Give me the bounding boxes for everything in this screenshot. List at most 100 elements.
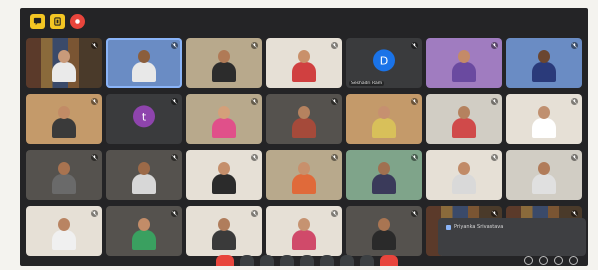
participant-body — [452, 118, 476, 138]
participant-tile[interactable]: t — [106, 94, 182, 144]
record-icon[interactable] — [70, 14, 85, 29]
participant-tile[interactable] — [506, 38, 582, 88]
mic-muted-icon — [571, 98, 578, 105]
reactions-button[interactable] — [300, 255, 314, 266]
participant-body — [452, 174, 476, 194]
participant-head — [58, 50, 70, 63]
participant-head — [138, 162, 150, 175]
participant-video — [132, 218, 156, 250]
mic-muted-icon — [251, 210, 258, 217]
chat-notification[interactable]: Priyanka Srivastava — [438, 218, 586, 256]
participant-video — [132, 162, 156, 194]
participant-body — [372, 118, 396, 138]
participant-video — [452, 162, 476, 194]
participant-video — [292, 50, 316, 82]
participant-tile[interactable]: D Seshadri Ram — [346, 38, 422, 88]
mic-muted-icon — [571, 42, 578, 49]
participant-tile[interactable] — [26, 38, 102, 88]
call-controls — [216, 255, 398, 266]
participant-video — [212, 162, 236, 194]
participant-head — [538, 50, 550, 63]
message-icon — [446, 224, 451, 230]
captions-button[interactable] — [280, 255, 294, 266]
participant-video — [52, 162, 76, 194]
participant-tile[interactable] — [26, 206, 102, 256]
side-controls — [524, 256, 578, 265]
participant-video — [52, 50, 76, 82]
participant-tile[interactable] — [106, 150, 182, 200]
present-button[interactable] — [320, 255, 334, 266]
participant-tile[interactable] — [426, 150, 502, 200]
participant-body — [212, 118, 236, 138]
participant-name: Seshadri Ram — [349, 81, 385, 86]
people-icon[interactable] — [539, 256, 548, 265]
participant-body — [132, 230, 156, 250]
participant-tile[interactable] — [346, 206, 422, 256]
participant-head — [58, 218, 70, 231]
chat-sender-name: Priyanka Srivastava — [454, 224, 504, 230]
chat-icon[interactable] — [30, 14, 45, 29]
participant-tile[interactable] — [266, 94, 342, 144]
mic-muted-icon — [491, 42, 498, 49]
mic-muted-icon — [411, 98, 418, 105]
end-call-button[interactable] — [216, 255, 234, 266]
top-toolbar — [30, 14, 85, 32]
bottom-toolbar — [20, 254, 588, 266]
participant-tile[interactable] — [506, 94, 582, 144]
participant-tile[interactable] — [426, 38, 502, 88]
participant-head — [218, 218, 230, 231]
participant-video — [292, 106, 316, 138]
mic-muted-icon — [171, 154, 178, 161]
mic-button[interactable] — [240, 255, 254, 266]
participant-body — [132, 62, 156, 82]
participant-tile[interactable] — [346, 150, 422, 200]
participant-body — [292, 230, 316, 250]
participant-tile[interactable] — [106, 206, 182, 256]
participant-tile[interactable] — [266, 38, 342, 88]
mic-muted-icon — [251, 98, 258, 105]
participant-body — [52, 118, 76, 138]
camera-button[interactable] — [260, 255, 274, 266]
participant-head — [138, 218, 150, 231]
participant-tile[interactable] — [106, 38, 182, 88]
participant-tile[interactable] — [266, 150, 342, 200]
more-options-button[interactable] — [360, 255, 374, 266]
chat-sender: Priyanka Srivastava — [446, 224, 503, 230]
participant-head — [458, 50, 470, 63]
participant-tile[interactable] — [426, 94, 502, 144]
participant-body — [292, 118, 316, 138]
participant-tile[interactable] — [186, 38, 262, 88]
mic-muted-icon — [571, 210, 578, 217]
participant-head — [298, 50, 310, 63]
raise-hand-button[interactable] — [340, 255, 354, 266]
participant-video — [372, 218, 396, 250]
mic-muted-icon — [171, 42, 178, 49]
participant-tile[interactable] — [346, 94, 422, 144]
info-panel-icon[interactable] — [524, 256, 533, 265]
participant-head — [58, 106, 70, 119]
leave-call-button[interactable] — [380, 255, 398, 266]
participant-tile[interactable] — [506, 150, 582, 200]
mic-muted-icon — [411, 210, 418, 217]
info-icon[interactable] — [50, 14, 65, 29]
mic-muted-icon — [491, 210, 498, 217]
participant-tile[interactable] — [26, 150, 102, 200]
participant-video — [532, 106, 556, 138]
participant-body — [212, 62, 236, 82]
participant-body — [212, 174, 236, 194]
participant-tile[interactable] — [186, 150, 262, 200]
chat-panel-icon[interactable] — [554, 256, 563, 265]
participant-video — [292, 162, 316, 194]
mic-muted-icon — [411, 154, 418, 161]
mic-muted-icon — [331, 98, 338, 105]
activities-icon[interactable] — [569, 256, 578, 265]
participant-tile[interactable] — [186, 206, 262, 256]
meeting-window: D Seshadri Ram t Priyanka Srivastava — [20, 8, 588, 266]
participant-body — [212, 230, 236, 250]
participant-tile[interactable] — [266, 206, 342, 256]
mic-muted-icon — [91, 154, 98, 161]
participant-body — [532, 118, 556, 138]
participant-head — [218, 162, 230, 175]
participant-tile[interactable] — [26, 94, 102, 144]
participant-tile[interactable] — [186, 94, 262, 144]
